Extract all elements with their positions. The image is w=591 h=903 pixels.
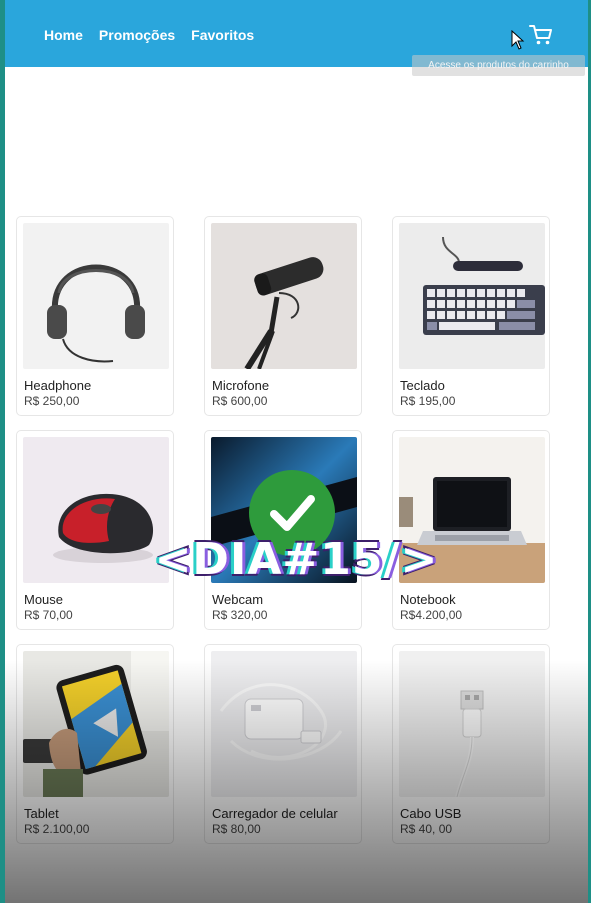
product-price: R$ 195,00 [400,394,456,408]
product-price: R$ 600,00 [212,394,268,408]
product-card[interactable]: Notebook R$4.200,00 [392,430,550,630]
cart-icon[interactable] [529,24,553,46]
product-price: R$ 250,00 [24,394,80,408]
product-card[interactable]: Teclado R$ 195,00 [392,216,550,416]
product-image-tablet[interactable] [23,651,169,797]
headphone-icon [23,223,169,369]
keyboard-icon [399,223,545,369]
product-name: Webcam [212,592,264,607]
product-price: R$ 2.100,00 [24,822,90,836]
product-name: Notebook [400,592,456,607]
overlay-day-title: <DIA#15/> [153,532,440,587]
product-name: Microfone [212,378,270,393]
product-image-headphone[interactable] [23,223,169,369]
product-name: Carregador de celular [212,806,338,821]
charger-icon [211,651,357,797]
nav-favoritos-link[interactable]: Favoritos [191,27,254,43]
usb-cable-icon [399,651,545,797]
browser-viewport: Home Promoções Favoritos Acesse os produ… [5,0,588,903]
mouse-cursor-icon [511,30,525,50]
product-image-charger[interactable] [211,651,357,797]
product-image-microphone[interactable] [211,223,357,369]
nav-promocoes-link[interactable]: Promoções [99,27,175,43]
product-card[interactable]: Microfone R$ 600,00 [204,216,362,416]
main-nav: Home Promoções Favoritos [44,27,254,43]
product-card[interactable]: Carregador de celular R$ 80,00 [204,644,362,844]
nav-home-link[interactable]: Home [44,27,83,43]
microphone-icon [211,223,357,369]
product-card[interactable]: Mouse R$ 70,00 [16,430,174,630]
product-price: R$ 40, 00 [400,822,453,836]
product-card[interactable]: Cabo USB R$ 40, 00 [392,644,550,844]
product-price: R$ 320,00 [212,608,268,622]
product-name: Headphone [24,378,92,393]
product-name: Teclado [400,378,445,393]
product-card[interactable]: Tablet R$ 2.100,00 [16,644,174,844]
tablet-icon [23,651,169,797]
product-price: R$ 80,00 [212,822,261,836]
product-name: Tablet [24,806,59,821]
product-price: R$ 70,00 [24,608,73,622]
product-card[interactable]: Headphone R$ 250,00 [16,216,174,416]
cart-tooltip: Acesse os produtos do carrinho [412,55,585,76]
product-name: Cabo USB [400,806,462,821]
product-image-usb-cable[interactable] [399,651,545,797]
product-name: Mouse [24,592,64,607]
product-price: R$4.200,00 [400,608,463,622]
product-image-keyboard[interactable] [399,223,545,369]
